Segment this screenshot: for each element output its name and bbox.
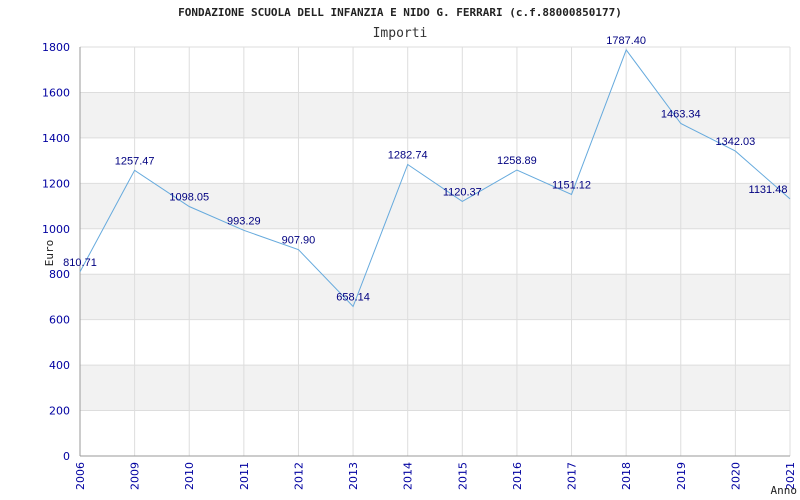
x-axis-label: Anno: [771, 484, 798, 497]
y-tick-label: 1200: [42, 177, 70, 190]
background-bands: [80, 92, 790, 411]
data-label: 810.71: [63, 257, 97, 269]
y-tick-label: 200: [49, 405, 70, 418]
x-tick-labels: 2006 2009 2010 2011 2012 2013 2014 2015 2016 2017…: [74, 462, 797, 490]
background-band: [80, 274, 790, 320]
x-tick-label: 2020: [729, 462, 742, 490]
data-label: 658.14: [336, 291, 370, 303]
data-label: 907.90: [282, 235, 316, 247]
x-tick-label: 2006: [74, 462, 87, 490]
background-band: [80, 183, 790, 229]
x-tick-label: 2012: [292, 462, 305, 490]
y-tick-label: 400: [49, 359, 70, 372]
data-label: 1282.74: [388, 150, 428, 162]
data-label: 1463.34: [661, 108, 701, 120]
data-label: 1342.03: [716, 136, 756, 148]
data-label: 993.29: [227, 215, 261, 227]
x-tick-label: 2014: [402, 462, 415, 490]
data-label: 1151.12: [552, 179, 591, 191]
chart-title: FONDAZIONE SCUOLA DELL INFANZIA E NIDO G…: [178, 6, 622, 19]
x-tick-label: 2010: [183, 462, 196, 490]
series-line: [79, 48, 791, 308]
line-chart: 020040060080010001200140016001800 2006 20…: [42, 6, 798, 497]
chart-subtitle: Importi: [373, 26, 428, 41]
y-tick-label: 1400: [42, 132, 70, 145]
x-tick-label: 2015: [456, 462, 469, 490]
data-label: 1257.47: [115, 155, 155, 167]
x-tick-label: 2013: [347, 462, 360, 490]
data-label: 1787.40: [606, 35, 646, 47]
background-band: [80, 365, 790, 411]
x-tick-label: 2019: [675, 462, 688, 490]
data-label: 1120.37: [443, 186, 482, 198]
x-tick-label: 2018: [620, 462, 633, 490]
y-tick-label: 800: [49, 268, 70, 281]
data-labels: 810.71 1257.47 1098.05 993.29 907.90 658.14 12…: [63, 35, 787, 304]
y-tick-label: 1800: [42, 41, 70, 54]
y-tick-label: 1600: [42, 86, 70, 99]
data-label: 1098.05: [169, 191, 209, 203]
y-tick-label: 600: [49, 314, 70, 327]
data-label: 1258.89: [497, 155, 537, 167]
x-tick-label: 2017: [566, 462, 579, 490]
x-tick-label: 2016: [511, 462, 524, 490]
y-tick-label: 0: [63, 450, 70, 463]
y-axis-label: Euro: [43, 240, 56, 267]
data-label: 1131.48: [749, 184, 788, 196]
y-tick-label: 1000: [42, 223, 70, 236]
x-tick-label: 2009: [129, 462, 142, 490]
x-tick-label: 2011: [238, 462, 251, 490]
